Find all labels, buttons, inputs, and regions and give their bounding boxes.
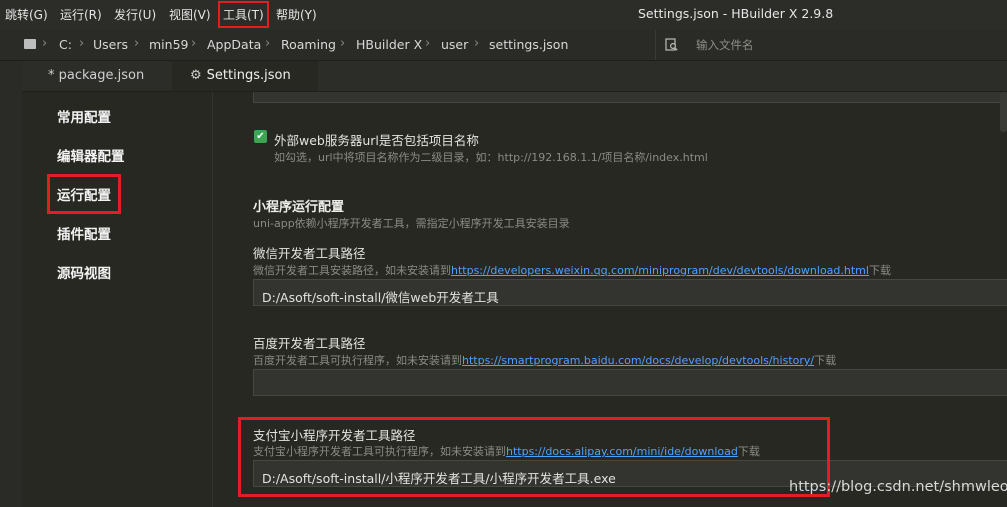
wechat-label: 微信开发者工具路径: [253, 246, 366, 261]
breadcrumb-item[interactable]: Users: [93, 37, 128, 52]
breadcrumb-item[interactable]: C:: [59, 37, 72, 52]
activity-strip: [0, 61, 23, 507]
baidu-path-field[interactable]: [253, 369, 1007, 396]
tab-label: * package.json: [48, 68, 145, 83]
web-server-checkbox[interactable]: ✔: [254, 130, 267, 143]
highlight-box: [238, 417, 830, 497]
sidebar-item-general[interactable]: 常用配置: [57, 106, 111, 126]
sidebar-item-editor[interactable]: 编辑器配置: [57, 145, 125, 165]
baidu-label: 百度开发者工具路径: [253, 336, 366, 351]
web-server-label: 外部web服务器url是否包括项目名称: [274, 133, 479, 148]
text-field[interactable]: [253, 92, 1007, 103]
breadcrumb-item[interactable]: min59: [149, 37, 188, 52]
wechat-path-field[interactable]: D:/Asoft/soft-install/微信web开发者工具: [253, 279, 1007, 306]
settings-sidebar: 常用配置 编辑器配置 运行配置 插件配置 源码视图: [22, 92, 213, 507]
file-search-input[interactable]: [696, 37, 976, 53]
sidebar-item-run[interactable]: 运行配置: [47, 174, 121, 214]
tab-settings-json[interactable]: ⚙ Settings.json: [172, 61, 318, 91]
chevron-right-icon: ›: [42, 36, 48, 51]
menu-run[interactable]: 运行(R): [60, 6, 102, 23]
wechat-download-link[interactable]: https://developers.weixin.qq.com/minipro…: [451, 264, 869, 277]
breadcrumb-item[interactable]: HBuilder X: [356, 37, 422, 52]
chevron-right-icon: ›: [79, 36, 85, 51]
menu-publish[interactable]: 发行(U): [114, 6, 156, 23]
mini-program-hint: uni-app依赖小程序开发者工具，需指定小程序开发工具安装目录: [253, 217, 570, 230]
breadcrumb-item[interactable]: Roaming: [281, 37, 336, 52]
wechat-hint: 微信开发者工具安装路径，如未安装请到https://developers.wei…: [253, 262, 891, 278]
menu-help[interactable]: 帮助(Y): [276, 6, 317, 23]
chevron-right-icon: ›: [474, 36, 480, 51]
file-search: [655, 30, 1007, 60]
breadcrumb-item[interactable]: AppData: [207, 37, 261, 52]
hint-text: 微信开发者工具安装路径，如未安装请到: [253, 264, 451, 277]
hint-text: 百度开发者工具可执行程序，如未安装请到: [253, 354, 462, 367]
tab-package-json[interactable]: * package.json: [48, 61, 178, 91]
chevron-right-icon: ›: [191, 36, 197, 51]
chevron-right-icon: ›: [134, 36, 140, 51]
menu-view[interactable]: 视图(V): [169, 6, 211, 23]
gear-icon: ⚙: [190, 68, 202, 83]
menu-tools[interactable]: 工具(T): [218, 1, 269, 28]
file-search-icon[interactable]: [665, 38, 678, 51]
mini-program-heading: 小程序运行配置: [253, 200, 345, 215]
menu-goto[interactable]: 跳转(G): [5, 6, 48, 23]
hint-suffix: 下载: [814, 354, 837, 367]
sidebar-item-plugins[interactable]: 插件配置: [57, 223, 111, 243]
tab-label: Settings.json: [206, 68, 291, 83]
chevron-right-icon: ›: [265, 36, 271, 51]
hint-suffix: 下载: [868, 264, 891, 277]
baidu-hint: 百度开发者工具可执行程序，如未安装请到https://smartprogram.…: [253, 352, 836, 368]
web-server-hint: 如勾选，url中将项目名称作为二级目录，如：http://192.168.1.1…: [274, 151, 708, 164]
sidebar-item-source-view[interactable]: 源码视图: [57, 262, 111, 282]
breadcrumb-item[interactable]: settings.json: [489, 37, 568, 52]
breadcrumb-item[interactable]: user: [441, 37, 468, 52]
folder-icon: [24, 39, 36, 49]
editor-tab-bar: * package.json ⚙ Settings.json: [22, 61, 1007, 92]
watermark: https://blog.csdn.net/shmwleo: [789, 479, 1007, 495]
chevron-right-icon: ›: [340, 36, 346, 51]
chevron-right-icon: ›: [425, 36, 431, 51]
menu-bar: 跳转(G) 运行(R) 发行(U) 视图(V) 工具(T) 帮助(Y) Sett…: [0, 0, 1007, 30]
window-title: Settings.json - HBuilder X 2.9.8: [638, 6, 834, 21]
baidu-download-link[interactable]: https://smartprogram.baidu.com/docs/deve…: [462, 354, 814, 367]
scrollbar[interactable]: [1000, 92, 1007, 132]
